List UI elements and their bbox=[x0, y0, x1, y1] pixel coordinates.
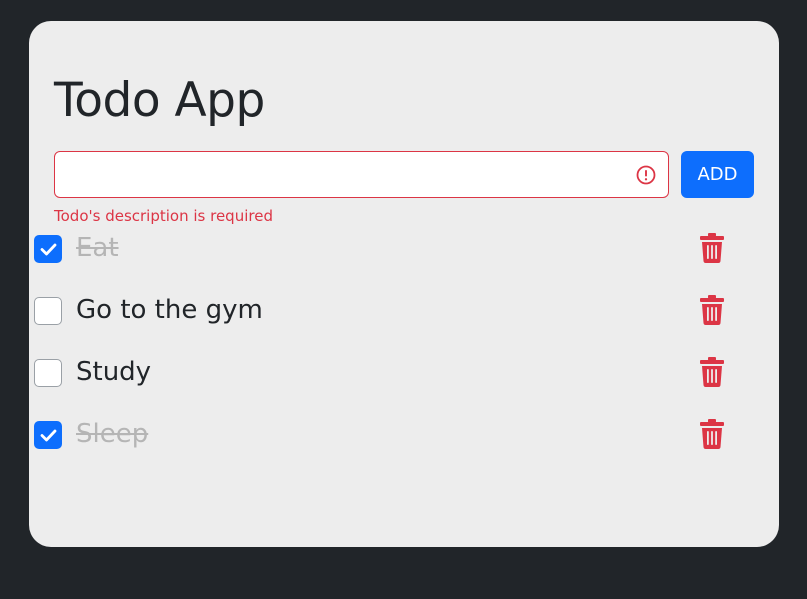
add-todo-form: ADD bbox=[54, 151, 754, 198]
todo-label: Eat bbox=[76, 233, 119, 263]
checkmark-icon bbox=[40, 243, 57, 256]
todo-item: Study bbox=[34, 349, 724, 411]
todo-checkbox[interactable] bbox=[34, 359, 62, 387]
todo-item: Go to the gym bbox=[34, 287, 724, 349]
todo-description-input[interactable] bbox=[55, 152, 668, 197]
todo-label: Sleep bbox=[76, 419, 149, 449]
todo-list: Eat Go to the gym Study Sleep bbox=[34, 225, 724, 473]
validation-error-message: Todo's description is required bbox=[54, 207, 273, 225]
todo-checkbox[interactable] bbox=[34, 235, 62, 263]
trash-icon[interactable] bbox=[700, 419, 724, 449]
add-button[interactable]: ADD bbox=[681, 151, 754, 198]
exclamation-circle-icon bbox=[636, 165, 656, 185]
todo-label: Go to the gym bbox=[76, 295, 263, 325]
trash-icon[interactable] bbox=[700, 295, 724, 325]
todo-label: Study bbox=[76, 357, 152, 387]
checkmark-icon bbox=[40, 429, 57, 442]
page-title: Todo App bbox=[54, 73, 265, 128]
todo-item: Sleep bbox=[34, 411, 724, 473]
todo-checkbox[interactable] bbox=[34, 421, 62, 449]
todo-item: Eat bbox=[34, 225, 724, 287]
trash-icon[interactable] bbox=[700, 233, 724, 263]
todo-input-wrapper bbox=[54, 151, 669, 198]
trash-icon[interactable] bbox=[700, 357, 724, 387]
todo-checkbox[interactable] bbox=[34, 297, 62, 325]
